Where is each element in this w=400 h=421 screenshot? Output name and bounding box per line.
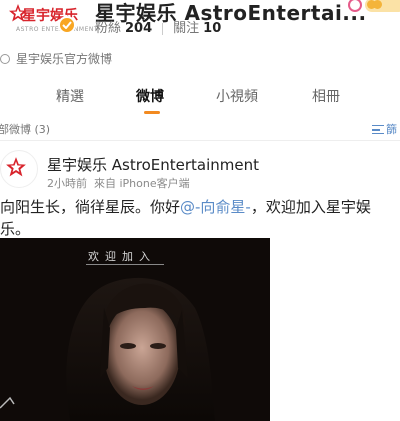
verified-badge-icon xyxy=(58,16,76,34)
divider xyxy=(0,140,400,141)
portrait-photo xyxy=(0,238,270,421)
info-icon xyxy=(0,54,10,64)
post-author-name[interactable]: 星宇娱乐 AstroEntertainment xyxy=(47,154,259,175)
active-tab-indicator xyxy=(144,111,160,114)
post-source: 來自 iPhone客户端 xyxy=(94,177,190,190)
post-time: 2小時前 xyxy=(47,177,87,190)
tab-featured[interactable]: 精選 xyxy=(56,86,84,106)
post-text-start: 向阳生长，徜徉星辰。你好 xyxy=(0,198,181,216)
profile-stats: 粉絲 204 關注 10 xyxy=(95,17,221,36)
logo-subtext: ASTRO ENTERTAINMENT xyxy=(16,26,99,33)
image-caption: 欢迎加入 xyxy=(86,250,164,265)
filter-icon xyxy=(372,125,384,134)
filter-button[interactable]: 篩 xyxy=(372,121,397,137)
followers-label: 粉絲 xyxy=(95,21,122,36)
tab-short-videos[interactable]: 小視頻 xyxy=(216,86,258,106)
following-count: 10 xyxy=(203,21,222,36)
post-text: 向阳生长，徜徉星辰。你好@-向俞星-，欢迎加入星宇娱乐。 xyxy=(0,196,400,240)
post-meta: 2小時前 來自 iPhone客户端 xyxy=(47,175,190,191)
following-stat[interactable]: 關注 10 xyxy=(173,21,221,36)
stats-divider xyxy=(162,22,164,35)
profile-page: 星宇娱乐 ASTRO ENTERTAINMENT 星宇娱乐 AstroEnter… xyxy=(0,0,400,421)
bio-row: 星宇娱乐官方微博 xyxy=(0,50,112,67)
post-image[interactable]: 欢迎加入 xyxy=(0,238,270,421)
badge-dot-icon xyxy=(373,0,382,9)
star-logo-icon xyxy=(6,157,26,177)
followers-count: 204 xyxy=(125,21,153,36)
tab-album[interactable]: 相冊 xyxy=(312,86,340,106)
bio-text: 星宇娱乐官方微博 xyxy=(16,52,113,66)
tab-weibo[interactable]: 微博 xyxy=(136,86,164,106)
profile-tabs: 精選 微博 小視頻 相冊 xyxy=(0,86,400,114)
post-author-avatar[interactable] xyxy=(0,150,38,188)
filter-button-label: 篩 xyxy=(386,123,397,136)
following-label: 關注 xyxy=(173,21,200,36)
profile-avatar[interactable]: 星宇娱乐 ASTRO ENTERTAINMENT xyxy=(0,0,98,44)
followers-stat[interactable]: 粉絲 204 xyxy=(95,21,152,36)
mention-link[interactable]: @-向俞星- xyxy=(180,198,251,216)
post-count-label: 部微博 (3) xyxy=(0,123,51,136)
filter-row: 部微博 (3) 篩 xyxy=(0,117,400,139)
member-badge-icon[interactable] xyxy=(365,0,400,12)
